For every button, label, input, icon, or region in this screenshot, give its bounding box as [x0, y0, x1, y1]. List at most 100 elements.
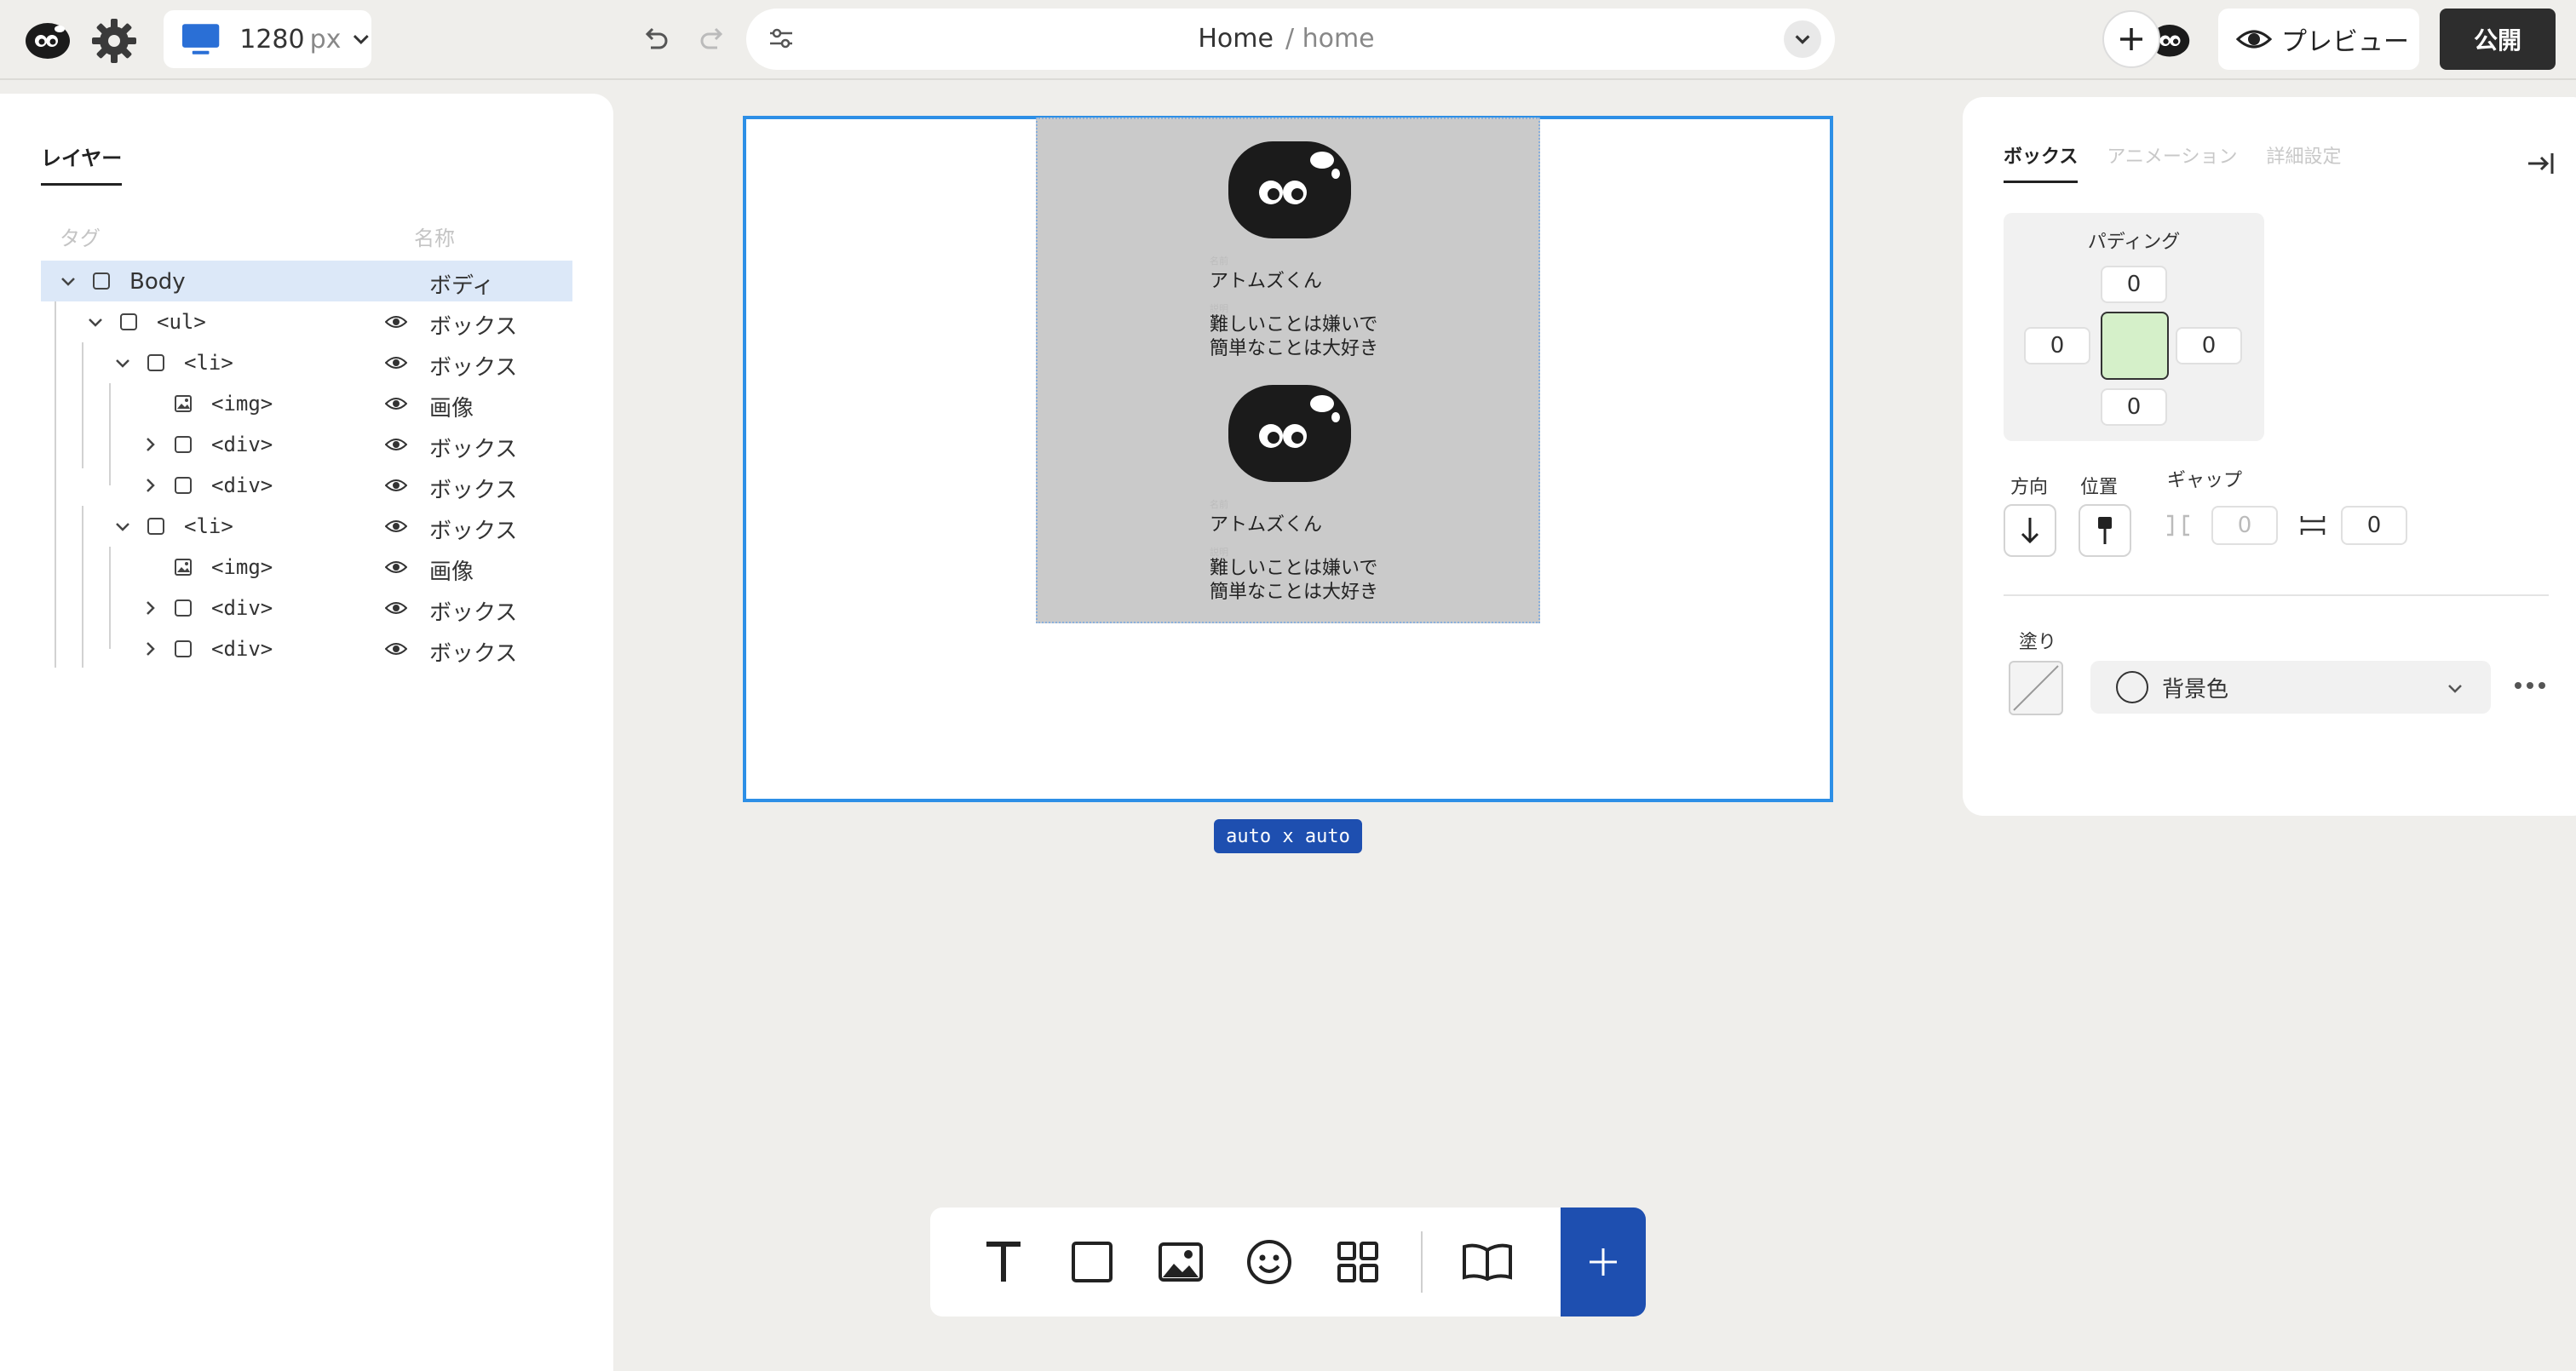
layer-name: ボックス	[429, 641, 518, 667]
insert-toolbar	[930, 1208, 1646, 1317]
page-dropdown-button[interactable]	[1784, 20, 1821, 58]
layer-row-img[interactable]: <img> 画像	[41, 383, 572, 424]
tab-layers[interactable]: レイヤー	[41, 141, 123, 186]
layer-tag: <li>	[184, 351, 233, 375]
character-desc-line2: 簡単なことは大好き	[1210, 338, 1379, 359]
chevron-down-icon[interactable]	[58, 271, 78, 291]
layer-name: ボックス	[429, 314, 518, 340]
layer-row-div[interactable]: <div> ボックス	[41, 628, 572, 669]
chevron-down-icon[interactable]	[85, 312, 106, 332]
visibility-icon[interactable]	[385, 518, 407, 535]
align-position-button[interactable]	[2079, 504, 2131, 557]
text-tool-button[interactable]	[976, 1235, 1031, 1289]
device-width-select[interactable]: 1280 px	[164, 10, 371, 68]
device-width-unit: px	[309, 24, 342, 54]
padding-left-input[interactable]: 0	[2024, 327, 2090, 364]
character-card[interactable]: 名前 アトムズくん 説明 難しいことは嫌いで 簡単なことは大好き	[1038, 383, 1538, 613]
size-badge: auto x auto	[1214, 819, 1362, 853]
layer-row-li[interactable]: <li> ボックス	[41, 506, 572, 547]
library-tool-button[interactable]	[1460, 1235, 1515, 1289]
plus-icon[interactable]	[2102, 10, 2160, 68]
chevron-right-icon[interactable]	[140, 639, 160, 659]
visibility-icon[interactable]	[385, 354, 407, 371]
layer-row-div[interactable]: <div> ボックス	[41, 465, 572, 506]
box-icon	[147, 518, 164, 535]
tab-animation[interactable]: アニメーション	[2107, 141, 2237, 183]
visibility-icon[interactable]	[385, 436, 407, 453]
padding-right-input[interactable]: 0	[2176, 327, 2242, 364]
chevron-down-icon	[354, 35, 370, 45]
chevron-right-icon[interactable]	[140, 475, 160, 496]
visibility-icon[interactable]	[385, 640, 407, 657]
layer-row-ul[interactable]: <ul> ボックス	[41, 301, 572, 342]
chevron-right-icon[interactable]	[140, 598, 160, 618]
visibility-icon[interactable]	[385, 313, 407, 330]
mascot-image[interactable]	[1227, 140, 1353, 240]
gap-row-input[interactable]: 0	[2341, 506, 2407, 545]
box-icon	[1072, 1242, 1113, 1282]
character-desc-line1: 難しいことは嫌いで	[1210, 558, 1378, 579]
direction-button[interactable]	[2004, 504, 2056, 557]
box-icon	[147, 354, 164, 371]
padding-label: パディング	[2087, 232, 2181, 253]
plus-icon	[1590, 1248, 1617, 1276]
publish-button[interactable]: 公開	[2440, 9, 2556, 70]
layer-name: 画像	[429, 396, 474, 422]
add-element-button[interactable]	[1561, 1208, 1646, 1317]
visibility-icon[interactable]	[385, 599, 407, 617]
character-desc-line1: 難しいことは嫌いで	[1210, 314, 1378, 336]
layer-name: ボックス	[429, 478, 518, 503]
column-header-name: 名称	[414, 227, 455, 250]
gap-column-input[interactable]: 0	[2211, 506, 2278, 545]
layer-row-div[interactable]: <div> ボックス	[41, 588, 572, 628]
chevron-down-icon[interactable]	[112, 353, 133, 373]
more-icon[interactable]	[2513, 680, 2547, 691]
grid-icon	[1337, 1242, 1378, 1282]
padding-bottom-input[interactable]: 0	[2101, 388, 2167, 426]
preview-button[interactable]: プレビュー	[2218, 9, 2419, 70]
box-icon	[175, 436, 192, 453]
components-tool-button[interactable]	[1331, 1235, 1385, 1289]
page-path: / home	[1285, 24, 1375, 54]
layer-name: ボックス	[429, 600, 518, 626]
app-logo-icon[interactable]	[24, 19, 72, 60]
layer-row-body[interactable]: Body ボディ	[41, 261, 572, 301]
chevron-down-icon	[1795, 35, 1810, 44]
layer-tag: <ul>	[157, 310, 206, 334]
box-tool-button[interactable]	[1065, 1235, 1119, 1289]
column-header-tag: タグ	[60, 227, 101, 250]
canvas-content-list[interactable]: 名前 アトムズくん 説明 難しいことは嫌いで 簡単なことは大好き 名前 アトムズ…	[1036, 118, 1540, 623]
add-collaborator[interactable]	[2102, 10, 2194, 68]
mascot-image[interactable]	[1227, 383, 1353, 484]
chevron-down-icon[interactable]	[112, 516, 133, 536]
padding-editor: パディング 0 0 0 0	[2004, 213, 2264, 441]
redo-icon[interactable]	[697, 24, 727, 54]
layer-name: ボディ	[429, 273, 495, 299]
layer-name: ボックス	[429, 437, 518, 462]
visibility-icon[interactable]	[385, 477, 407, 494]
character-card[interactable]: 名前 アトムズくん 説明 難しいことは嫌いで 簡単なことは大好き	[1038, 140, 1538, 370]
image-tool-button[interactable]	[1153, 1235, 1208, 1289]
fill-type-select[interactable]: 背景色	[2090, 661, 2491, 714]
page-selector[interactable]: Home / home	[746, 9, 1835, 70]
layer-tag: <li>	[184, 514, 233, 538]
layer-tag: <div>	[211, 637, 273, 661]
top-bar: 1280 px Home / home プレビュー 公開	[0, 0, 2576, 80]
tab-box[interactable]: ボックス	[2004, 141, 2079, 183]
align-top-icon	[2098, 517, 2112, 544]
undo-icon[interactable]	[641, 24, 671, 54]
fill-swatch[interactable]	[2009, 661, 2063, 715]
padding-top-input[interactable]: 0	[2101, 266, 2167, 303]
layer-row-li[interactable]: <li> ボックス	[41, 342, 572, 383]
visibility-icon[interactable]	[385, 395, 407, 412]
layer-row-img[interactable]: <img> 画像	[41, 547, 572, 588]
emoji-tool-button[interactable]	[1242, 1235, 1297, 1289]
layer-row-div[interactable]: <div> ボックス	[41, 424, 572, 465]
layer-tag: Body	[129, 269, 186, 295]
chevron-right-icon[interactable]	[140, 434, 160, 455]
gear-icon[interactable]	[90, 17, 138, 65]
tab-advanced[interactable]: 詳細設定	[2266, 141, 2341, 183]
collapse-right-panel-icon[interactable]	[2525, 148, 2556, 179]
layer-tag: <img>	[211, 392, 273, 416]
visibility-icon[interactable]	[385, 559, 407, 576]
